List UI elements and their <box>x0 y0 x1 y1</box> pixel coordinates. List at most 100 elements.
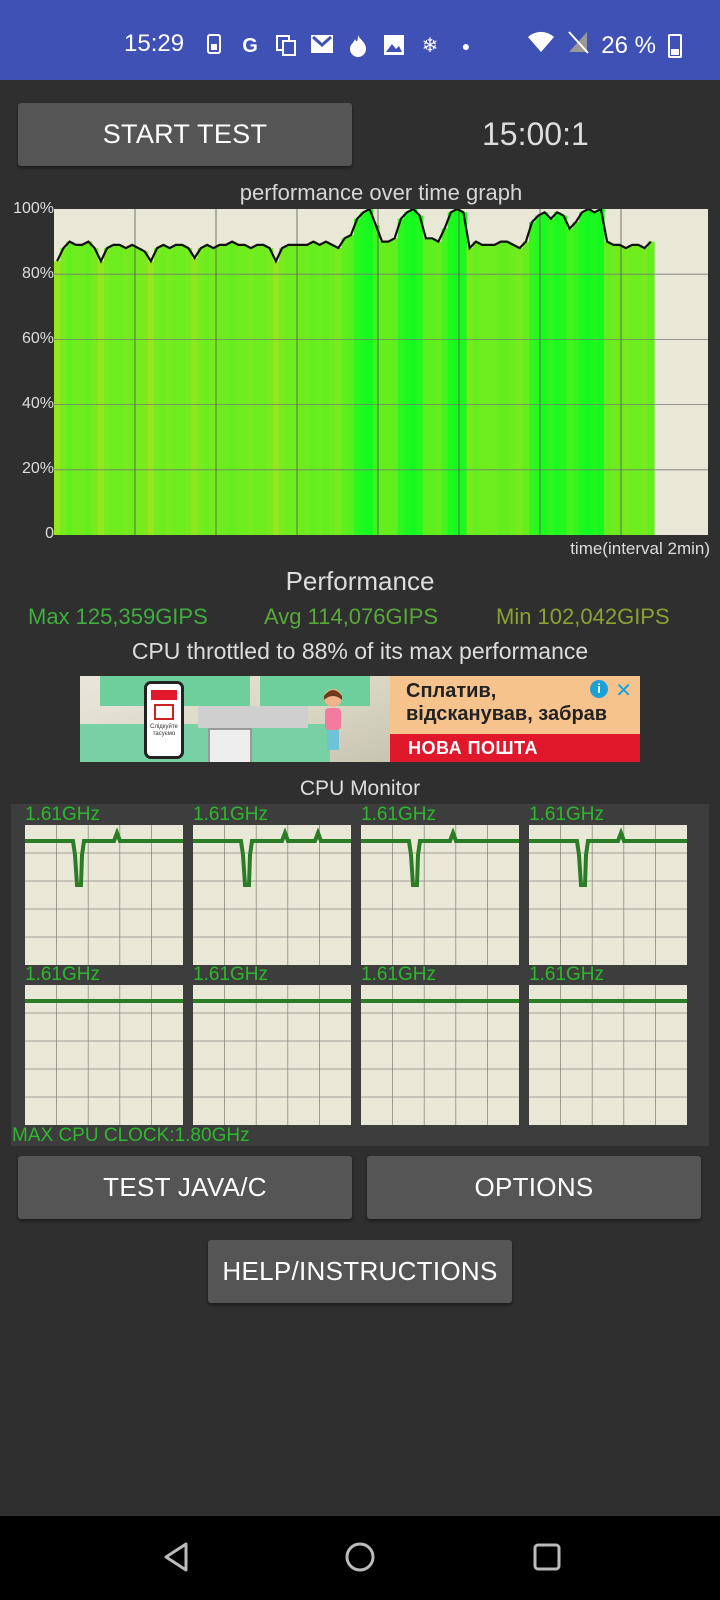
performance-bar <box>310 241 318 535</box>
ad-phone-text: Слідкуйте тасуємо <box>150 724 178 737</box>
core-freq-label: 1.61GHz <box>529 804 604 825</box>
ad-info-icon[interactable]: i <box>590 680 608 698</box>
performance-bar <box>322 241 330 535</box>
performance-bar <box>347 235 355 535</box>
performance-bar <box>641 248 649 535</box>
performance-bar <box>610 244 618 535</box>
performance-bar <box>135 248 143 535</box>
test-java-c-button[interactable]: TEST JAVA/C <box>18 1156 352 1219</box>
performance-bar <box>272 261 280 535</box>
test-timer: 15:00:1 <box>482 116 589 152</box>
y-tick-label: 80% <box>21 265 54 282</box>
battery-icon <box>668 33 682 58</box>
performance-bar <box>522 241 530 535</box>
core-frequency-line <box>193 827 351 887</box>
y-tick-label: 20% <box>21 460 54 477</box>
recents-icon[interactable] <box>530 1540 564 1574</box>
performance-bar <box>497 241 505 535</box>
performance-bar <box>422 238 430 535</box>
performance-bar <box>435 241 443 535</box>
snowflake-icon: ❄ <box>421 35 439 57</box>
help-instructions-button[interactable]: HELP/INSTRUCTIONS <box>208 1240 512 1303</box>
performance-bar <box>229 241 236 535</box>
navigation-bar <box>0 1516 720 1600</box>
max-gips: Max 125,359GIPS <box>28 604 208 629</box>
performance-bar <box>460 212 468 535</box>
gmail-icon <box>310 34 334 58</box>
performance-bar <box>510 244 518 535</box>
performance-bar <box>235 244 243 535</box>
performance-bar <box>79 244 86 535</box>
performance-bar <box>429 238 436 535</box>
performance-bar <box>297 244 305 535</box>
performance-bar <box>541 212 549 535</box>
home-icon[interactable] <box>343 1540 377 1574</box>
performance-bar <box>204 244 211 535</box>
image-icon <box>382 34 406 58</box>
sim-icon <box>202 34 226 58</box>
y-tick-label: 100% <box>13 200 54 217</box>
performance-bar <box>454 209 461 535</box>
performance-bar <box>579 212 586 535</box>
cpu-monitor-title: CPU Monitor <box>299 777 421 800</box>
start-test-button[interactable]: START TEST <box>18 103 352 166</box>
performance-bar <box>329 244 336 535</box>
min-gips: Min 102,042GIPS <box>496 604 670 629</box>
performance-bar <box>335 248 343 535</box>
ad-headline-line2: відсканував, забрав <box>406 703 608 725</box>
performance-bar <box>316 244 324 535</box>
performance-bar <box>66 241 74 535</box>
core-freq-label: 1.61GHz <box>193 804 268 825</box>
performance-bar <box>197 248 205 535</box>
performance-bar <box>91 248 99 535</box>
throttle-text: CPU throttled to 88% of its max performa… <box>131 638 589 664</box>
performance-bar <box>591 212 599 535</box>
performance-bar <box>104 248 111 535</box>
performance-bar <box>560 215 568 535</box>
battery-percent: 26 % <box>601 31 656 59</box>
performance-bar <box>535 215 543 535</box>
performance-bar <box>485 244 493 535</box>
performance-bar <box>222 244 230 535</box>
core-freq-label: 1.61GHz <box>361 804 436 825</box>
performance-bar <box>216 244 224 535</box>
ad-close-icon[interactable]: ✕ <box>615 678 632 703</box>
ad-banner[interactable]: Слідкуйте тасуємо Сплатив, відсканував, … <box>80 676 640 762</box>
core-frequency-line <box>25 827 183 887</box>
performance-bar <box>141 251 149 535</box>
ad-kitchen-illustration: Слідкуйте тасуємо <box>80 676 390 762</box>
performance-bar <box>410 209 418 535</box>
performance-bar <box>54 261 61 535</box>
core-freq-label: 1.61GHz <box>529 964 604 985</box>
performance-bar <box>479 244 486 535</box>
core-graph-svg <box>361 825 519 965</box>
fire-icon <box>346 34 370 58</box>
y-tick-label: 60% <box>21 330 54 347</box>
options-button[interactable]: OPTIONS <box>367 1156 701 1219</box>
core-frequency-line <box>529 827 687 887</box>
status-bar: 15:29 G ❄ ● 26 % <box>0 0 720 80</box>
performance-bar <box>172 244 180 535</box>
performance-bar <box>622 248 630 535</box>
core-freq-label: 1.61GHz <box>193 964 268 985</box>
performance-bar <box>154 248 161 535</box>
core-frequency-line <box>361 827 519 887</box>
back-icon[interactable] <box>160 1540 194 1574</box>
performance-bar <box>404 212 411 535</box>
performance-bar <box>179 244 186 535</box>
core-graph-svg <box>25 985 183 1125</box>
performance-bar <box>266 248 274 535</box>
performance-bar <box>247 248 255 535</box>
performance-bar <box>597 209 605 535</box>
core-graph <box>361 985 519 1125</box>
no-signal-icon <box>567 30 590 61</box>
ad-brand: НОВА ПОШТА <box>390 734 640 762</box>
core-graph <box>193 985 351 1125</box>
performance-bar <box>372 225 380 535</box>
notification-icons: G ❄ ● <box>202 34 478 58</box>
performance-bar <box>572 222 580 535</box>
performance-bar <box>391 238 399 535</box>
performance-bar <box>416 215 424 535</box>
performance-bar <box>122 248 130 535</box>
performance-bar <box>366 209 374 535</box>
